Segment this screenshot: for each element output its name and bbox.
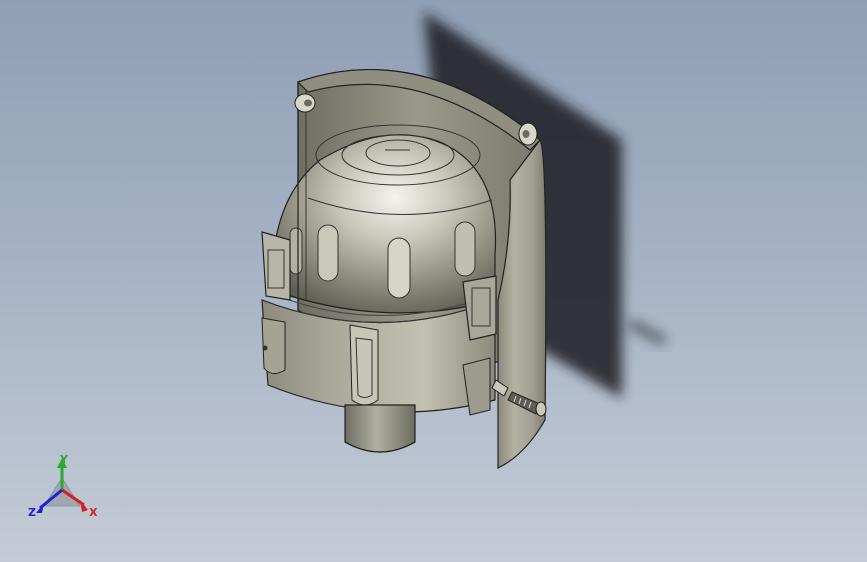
- model-canvas[interactable]: Y X Z: [0, 0, 867, 562]
- x-axis-arrowhead: [80, 500, 88, 512]
- y-axis-label: Y: [59, 453, 69, 466]
- bracket-left[interactable]: [261, 231, 291, 301]
- rim-screw-left[interactable]: [294, 93, 316, 113]
- outlet-pipe[interactable]: [344, 404, 416, 453]
- rim-screw-right[interactable]: [518, 122, 538, 146]
- cad-viewport[interactable]: Y X Z: [0, 0, 867, 562]
- axis-triad[interactable]: Y X Z: [28, 453, 98, 519]
- z-axis-label: Z: [28, 506, 36, 519]
- x-axis-label: X: [89, 506, 98, 519]
